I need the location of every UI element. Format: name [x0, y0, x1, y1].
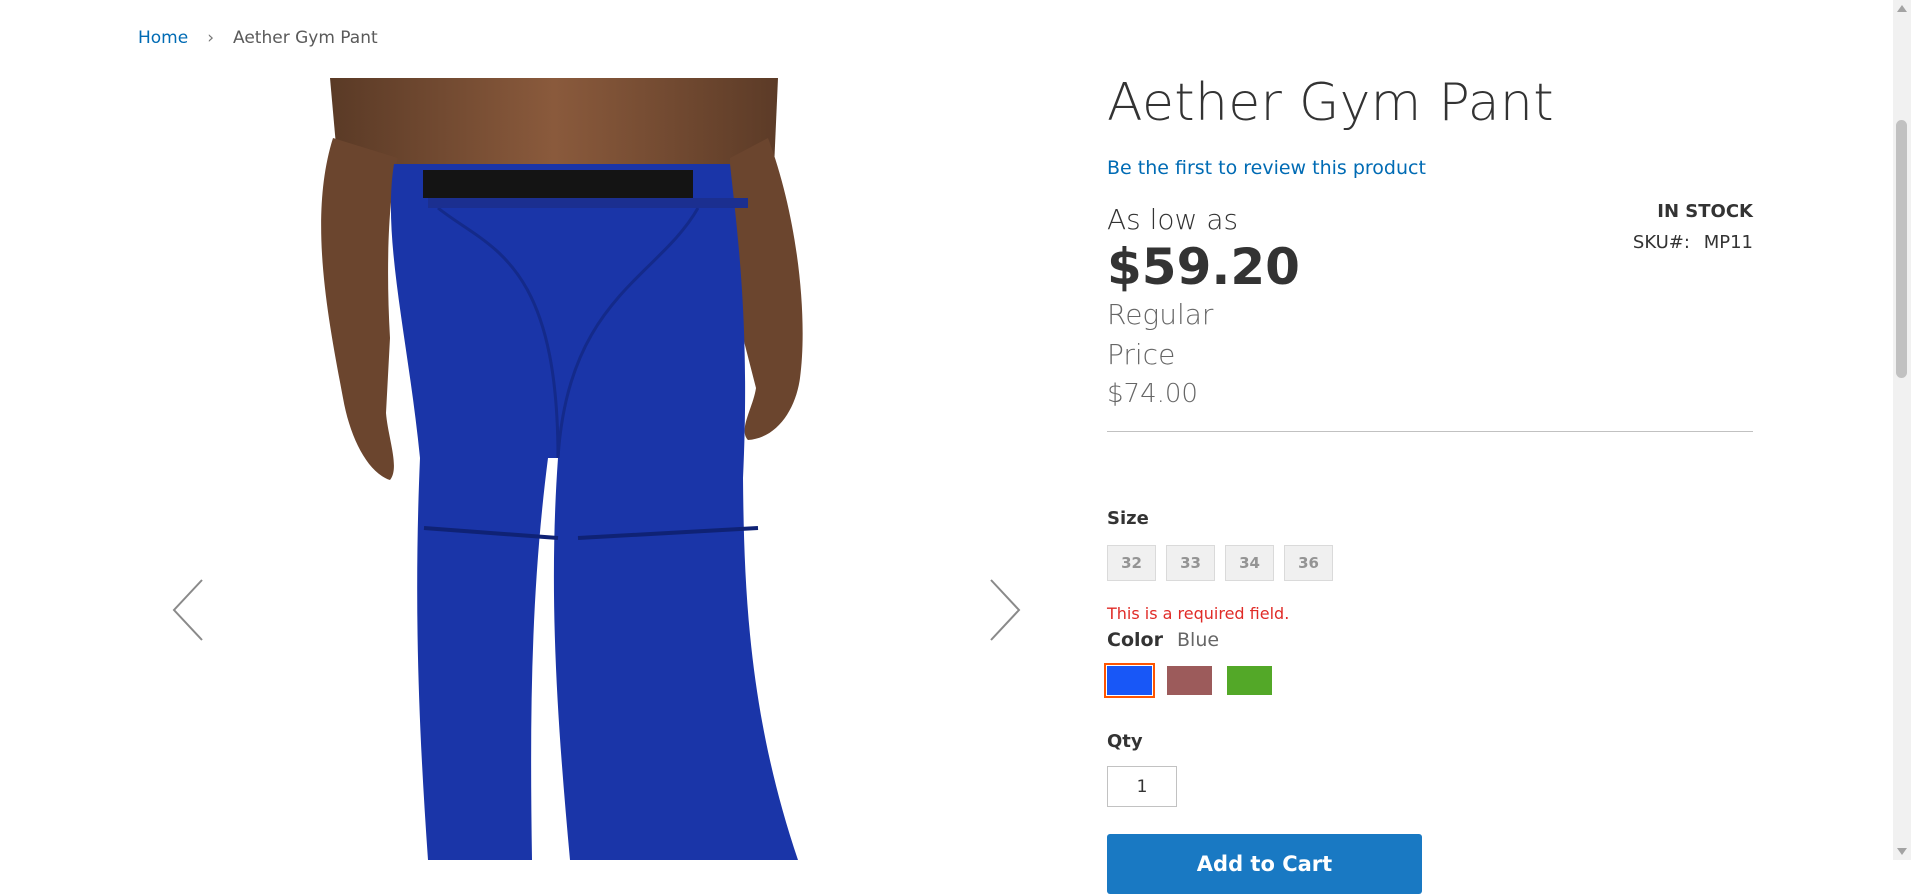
size-option-32[interactable]: 32 — [1107, 545, 1156, 581]
chevron-left-icon — [172, 579, 203, 641]
size-option-34[interactable]: 34 — [1225, 545, 1274, 581]
product-gallery[interactable] — [138, 78, 1055, 860]
regular-price: $74.00 — [1107, 379, 1198, 409]
color-label: Color — [1107, 629, 1163, 651]
page-title: Aether Gym Pant — [1107, 73, 1554, 133]
scroll-down-arrow-icon[interactable] — [1897, 848, 1907, 855]
color-swatches — [1104, 663, 1272, 698]
review-link[interactable]: Be the first to review this product — [1107, 157, 1426, 179]
product-image — [321, 78, 803, 860]
size-option-36[interactable]: 36 — [1284, 545, 1333, 581]
add-to-cart-button[interactable]: Add to Cart — [1107, 834, 1422, 894]
sku-label: SKU#: — [1632, 232, 1690, 253]
sku-value: MP11 — [1703, 232, 1753, 253]
size-option-33[interactable]: 33 — [1166, 545, 1215, 581]
gallery-prev-button[interactable] — [170, 578, 214, 648]
breadcrumb-home-link[interactable]: Home — [138, 28, 188, 48]
divider — [1107, 431, 1753, 432]
qty-input[interactable] — [1107, 766, 1177, 807]
gallery-next-button[interactable] — [987, 578, 1031, 648]
color-swatch-green[interactable] — [1227, 666, 1272, 695]
sku: SKU#: MP11 — [1633, 232, 1753, 253]
breadcrumb: Home › Aether Gym Pant — [138, 28, 378, 48]
scroll-up-arrow-icon[interactable] — [1897, 5, 1907, 12]
scroll-thumb[interactable] — [1896, 120, 1907, 378]
breadcrumb-separator: › — [207, 28, 215, 48]
as-low-as-label: As low as — [1107, 203, 1239, 236]
final-price: $59.20 — [1107, 238, 1300, 296]
qty-label: Qty — [1107, 731, 1143, 752]
color-swatch-blue[interactable] — [1104, 663, 1155, 698]
size-label: Size — [1107, 508, 1149, 529]
breadcrumb-current: Aether Gym Pant — [233, 28, 378, 48]
size-options: 32 33 34 36 — [1107, 545, 1333, 581]
color-swatch-brown[interactable] — [1167, 666, 1212, 695]
size-required-error: This is a required field. — [1107, 604, 1290, 623]
color-selected-value: Blue — [1177, 629, 1220, 651]
page-scrollbar[interactable] — [1893, 0, 1911, 860]
stock-status: IN STOCK — [1657, 201, 1753, 222]
regular-price-label: Regular Price — [1107, 298, 1214, 371]
chevron-right-icon — [990, 579, 1021, 641]
product-info: Aether Gym Pant Be the first to review t… — [1104, 68, 1753, 894]
